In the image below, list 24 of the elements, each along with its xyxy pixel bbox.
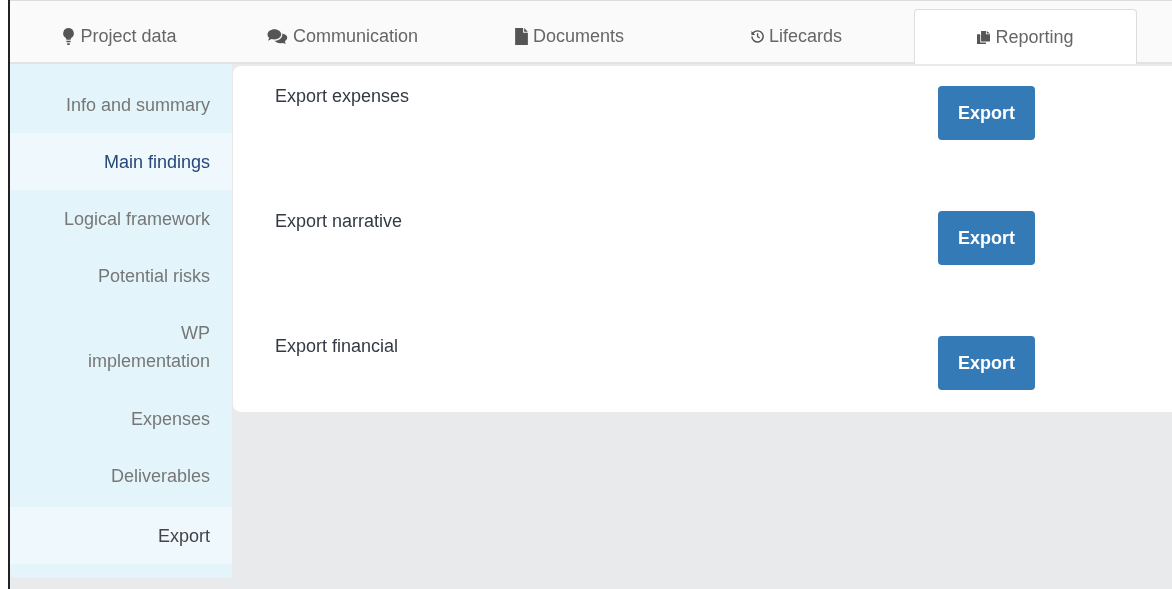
- export-title: Export narrative: [275, 211, 404, 233]
- export-title: Export expenses: [275, 86, 411, 108]
- history-icon: [750, 28, 764, 45]
- tab[interactable]: Lifecards: [683, 9, 910, 64]
- tab[interactable]: Project data: [10, 9, 229, 64]
- copy-icon: [977, 28, 991, 46]
- sidebar-item[interactable]: Expenses: [10, 390, 232, 447]
- sidebar-item[interactable]: Export: [10, 507, 232, 564]
- sidebar-item[interactable]: Potential risks: [10, 247, 232, 304]
- export-title: Export financial: [275, 336, 400, 358]
- sidebar-item[interactable]: Logical framework: [10, 190, 232, 247]
- sidebar-item[interactable]: WP implementation: [10, 304, 232, 390]
- chat-bubbles-icon: [266, 28, 288, 45]
- sidebar-item[interactable]: Main findings: [10, 133, 232, 190]
- file-icon: [514, 28, 528, 45]
- export-button[interactable]: Export: [938, 211, 1035, 265]
- sidebar-item[interactable]: Info and summary: [10, 76, 232, 133]
- export-button[interactable]: Export: [938, 86, 1035, 140]
- sidebar-item[interactable]: Deliverables: [10, 447, 232, 504]
- export-button[interactable]: Export: [938, 336, 1035, 390]
- tab[interactable]: Communication: [229, 9, 456, 64]
- tab[interactable]: Documents: [456, 9, 683, 64]
- lightbulb-icon: [62, 28, 76, 45]
- tab[interactable]: Reporting: [914, 9, 1137, 64]
